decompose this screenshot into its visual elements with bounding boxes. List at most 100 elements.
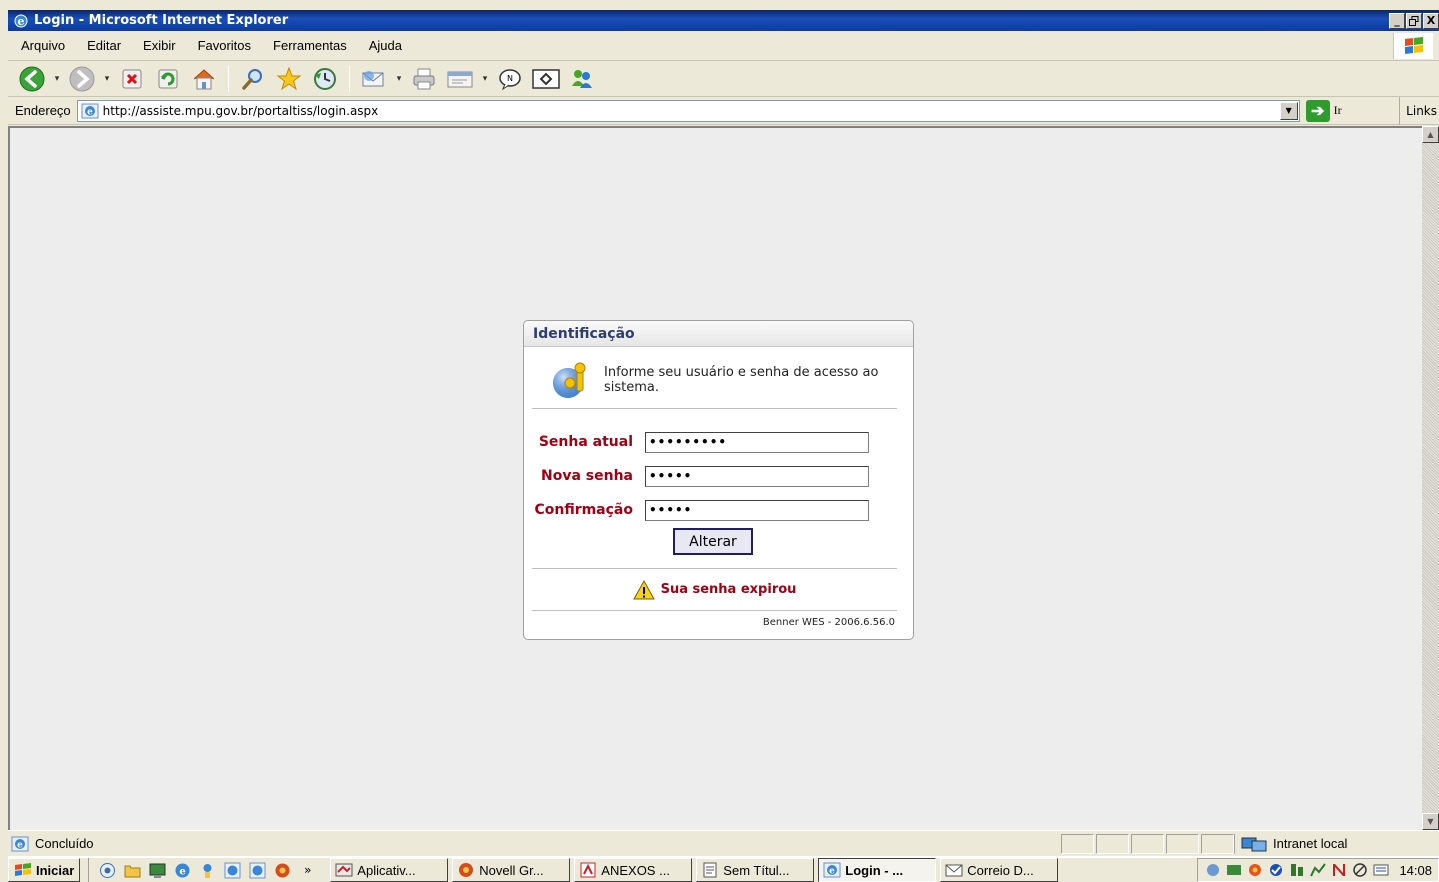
- ie-icon: e: [12, 13, 30, 29]
- research-button[interactable]: [530, 64, 562, 94]
- refresh-button[interactable]: [152, 64, 184, 94]
- taskbar-clock: 14:08: [1399, 862, 1432, 878]
- novell-icon: [459, 863, 474, 877]
- mail-icon: [945, 864, 963, 877]
- status-label: Concluído: [35, 836, 94, 851]
- confirmation-label: Confirmação: [534, 502, 633, 518]
- task-label: Aplicativ...: [357, 862, 416, 878]
- zone-label: Intranet local: [1273, 836, 1348, 851]
- mail-button[interactable]: [358, 64, 390, 94]
- go-label: Ir: [1333, 103, 1342, 117]
- messenger-button[interactable]: [566, 64, 598, 94]
- tray-chart-icon[interactable]: [1309, 861, 1327, 879]
- task-button-active[interactable]: e Login - ...: [818, 858, 937, 882]
- task-label: Sem Títul...: [723, 862, 790, 878]
- forward-button[interactable]: [66, 64, 98, 94]
- address-label: Endereço: [15, 103, 71, 118]
- groupwise-icon[interactable]: [274, 862, 291, 879]
- tray-language-icon[interactable]: [1372, 861, 1390, 879]
- desktop-icon[interactable]: [149, 862, 166, 879]
- page-content: Identificação Informe seu usuário e senh…: [8, 126, 1422, 830]
- ie-window-icon[interactable]: [249, 862, 266, 879]
- tray-novell-icon[interactable]: [1330, 861, 1348, 879]
- task-label: Correio D...: [967, 862, 1034, 878]
- go-button[interactable]: ➔ Ir: [1305, 99, 1342, 122]
- back-dropdown-icon[interactable]: ▾: [52, 64, 62, 94]
- menu-exibir[interactable]: Exibir: [132, 38, 187, 53]
- svg-text:N: N: [507, 74, 513, 83]
- status-text: e Concluído: [8, 836, 1059, 852]
- status-cell: [1096, 833, 1129, 854]
- quick-launch: e »: [88, 858, 326, 882]
- folder-icon[interactable]: [124, 862, 141, 879]
- close-button[interactable]: X: [1423, 12, 1439, 29]
- version-footer: Benner WES - 2006.6.56.0: [532, 610, 897, 634]
- outlook-icon[interactable]: [199, 862, 216, 879]
- task-button[interactable]: ANEXOS ...: [574, 858, 693, 882]
- url-input[interactable]: [102, 103, 1299, 118]
- tray-display-icon[interactable]: [1225, 861, 1243, 879]
- minimize-button[interactable]: _: [1389, 12, 1405, 29]
- edit-dropdown-icon[interactable]: ▾: [480, 64, 490, 94]
- menu-ferramentas[interactable]: Ferramentas: [262, 38, 358, 53]
- menu-arquivo[interactable]: Arquivo: [8, 38, 76, 53]
- menu-ajuda[interactable]: Ajuda: [358, 38, 413, 53]
- address-dropdown-icon[interactable]: ▼: [1279, 101, 1298, 120]
- task-button[interactable]: Novell Gr...: [452, 858, 571, 882]
- current-password-input[interactable]: [645, 431, 869, 453]
- new-password-input[interactable]: [645, 465, 869, 487]
- chevron-right-icon[interactable]: »: [299, 862, 316, 879]
- task-button[interactable]: Correio D...: [940, 858, 1059, 882]
- task-button[interactable]: Aplicativ...: [330, 858, 449, 882]
- scroll-down-icon[interactable]: ▼: [1422, 813, 1439, 830]
- restore-button[interactable]: [1406, 12, 1422, 29]
- history-button[interactable]: [309, 64, 341, 94]
- start-button[interactable]: Iniciar: [8, 858, 81, 882]
- back-button[interactable]: [16, 64, 48, 94]
- form-row-current-password: Senha atual: [524, 425, 913, 459]
- svg-text:e: e: [829, 867, 835, 877]
- ie-window-icon[interactable]: [224, 862, 241, 879]
- tray-security-icon[interactable]: [1246, 861, 1264, 879]
- confirmation-input[interactable]: [645, 499, 869, 521]
- go-arrow-icon: ➔: [1305, 99, 1330, 122]
- document-icon: [703, 862, 717, 878]
- scroll-up-icon[interactable]: ▲: [1422, 126, 1439, 143]
- discuss-button[interactable]: N: [494, 64, 526, 94]
- edit-button[interactable]: [444, 64, 476, 94]
- task-label: Novell Gr...: [479, 862, 544, 878]
- menu-bar: Arquivo Editar Exibir Favoritos Ferramen…: [8, 31, 1439, 61]
- menu-favoritos[interactable]: Favoritos: [187, 38, 262, 53]
- print-button[interactable]: [408, 64, 440, 94]
- start-label: Iniciar: [36, 862, 75, 878]
- status-cell: [1201, 833, 1234, 854]
- tray-clock-icon[interactable]: [1351, 861, 1369, 879]
- address-field[interactable]: e ▼: [76, 99, 1300, 122]
- toolbar-separator: [228, 65, 229, 92]
- search-button[interactable]: [237, 64, 269, 94]
- menu-editar[interactable]: Editar: [76, 38, 132, 53]
- mail-dropdown-icon[interactable]: ▾: [394, 64, 404, 94]
- forward-dropdown-icon[interactable]: ▾: [102, 64, 112, 94]
- alterar-button[interactable]: Alterar: [673, 528, 753, 555]
- password-form: Senha atual Nova senha Confirmação Alter…: [524, 409, 913, 568]
- vertical-scrollbar[interactable]: ▲ ▼: [1422, 126, 1439, 830]
- links-button[interactable]: Links: [1399, 97, 1439, 125]
- tray-antivirus-icon[interactable]: [1267, 861, 1285, 879]
- tray-app-icon[interactable]: [1288, 861, 1306, 879]
- tray-network-icon[interactable]: [1204, 861, 1222, 879]
- toolbar-separator: [349, 65, 350, 92]
- login-info: Informe seu usuário e senha de acesso ao…: [532, 347, 897, 409]
- stop-button[interactable]: [116, 64, 148, 94]
- favorites-button[interactable]: [273, 64, 305, 94]
- warning-icon: [632, 579, 655, 599]
- error-message: Sua senha expirou: [532, 568, 897, 610]
- taskbar: Iniciar e » Aplicativ... Novell Gr... AN…: [8, 856, 1439, 882]
- title-bar[interactable]: e Login - Microsoft Internet Explorer _ …: [8, 10, 1439, 31]
- quicklaunch-app-icon[interactable]: [99, 862, 116, 879]
- form-row-confirmation: Confirmação: [524, 493, 913, 527]
- home-button[interactable]: [188, 64, 220, 94]
- task-button[interactable]: Sem Títul...: [696, 858, 815, 882]
- pdf-icon: [580, 862, 596, 878]
- ie-quicklaunch-icon[interactable]: e: [174, 862, 191, 879]
